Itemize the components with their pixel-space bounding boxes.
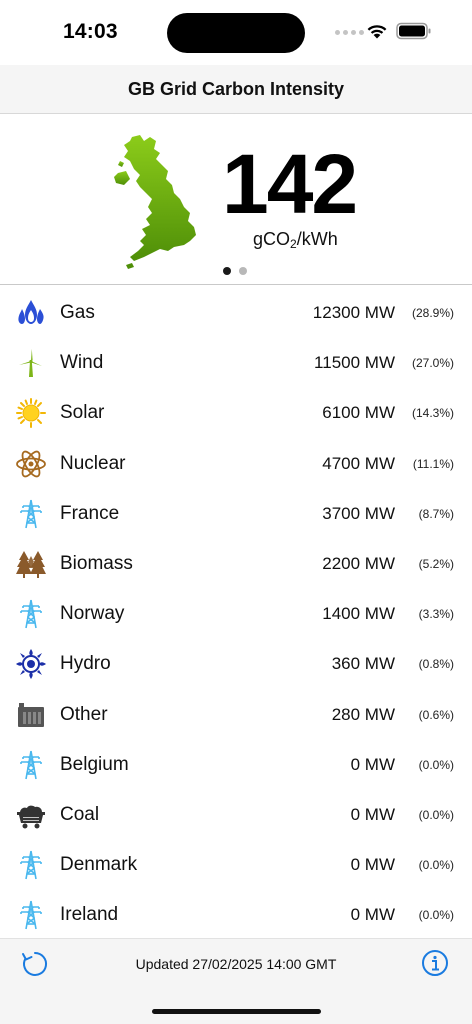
unit-subscript: 2: [290, 237, 297, 251]
fuel-output: 0 MW: [350, 754, 395, 774]
fuel-name: Gas: [60, 302, 95, 324]
trees-icon: [14, 547, 48, 581]
fuel-percentage: (27.0%): [411, 356, 454, 371]
pylon-icon: [14, 848, 48, 882]
fuel-output: 1400 MW: [322, 604, 395, 624]
fuel-row-other[interactable]: Other 280 MW (0.6%): [0, 690, 472, 740]
page-dot-1[interactable]: [223, 267, 231, 275]
fuel-output: 12300 MW: [312, 303, 395, 323]
battery-icon: [396, 22, 431, 40]
fuel-output: 360 MW: [331, 654, 395, 674]
fuel-name: Biomass: [60, 553, 133, 575]
page-dot-2[interactable]: [239, 267, 247, 275]
sun-icon: [14, 396, 48, 430]
fuel-percentage: (28.9%): [411, 306, 454, 321]
cellular-signal-icon: [335, 30, 364, 35]
fuel-name: Solar: [60, 402, 105, 424]
fuel-name: Other: [60, 703, 108, 725]
fuel-row-hydro[interactable]: Hydro 360 MW (0.8%): [0, 639, 472, 689]
fuel-name: Ireland: [60, 904, 119, 926]
fuel-output: 0 MW: [350, 804, 395, 824]
fuel-percentage: (3.3%): [418, 607, 454, 622]
pylon-icon: [14, 497, 48, 531]
fuel-output: 4700 MW: [322, 453, 395, 473]
fuel-row-ireland[interactable]: Ireland 0 MW (0.0%): [0, 890, 472, 940]
fuel-row-coal[interactable]: Coal 0 MW (0.0%): [0, 790, 472, 840]
status-bar: 14:03: [0, 0, 472, 65]
page-title: GB Grid Carbon Intensity: [127, 78, 345, 99]
unit-suffix: /kWh: [296, 229, 338, 249]
fuel-output: 0 MW: [350, 905, 395, 925]
fuel-name: Nuclear: [60, 452, 126, 474]
intensity-summary[interactable]: 142 gCO2/kWh: [0, 114, 472, 285]
fuel-percentage: (0.0%): [418, 908, 454, 923]
fuel-row-solar[interactable]: Solar 6100 MW (14.3%): [0, 388, 472, 438]
last-updated-label: Updated 27/02/2025 14:00 GMT: [135, 956, 337, 972]
fuel-output: 3700 MW: [322, 503, 395, 523]
fuel-name: Hydro: [60, 653, 111, 675]
status-time: 14:03: [63, 20, 118, 43]
coal-cart-icon: [14, 798, 48, 832]
fuel-percentage: (5.2%): [418, 557, 454, 572]
fuel-name: Belgium: [60, 753, 129, 775]
atom-icon: [14, 447, 48, 481]
fuel-percentage: (0.6%): [418, 707, 454, 722]
fuel-name: Wind: [60, 352, 104, 374]
pylon-icon: [14, 597, 48, 631]
pylon-icon: [14, 898, 48, 932]
pylon-icon: [14, 748, 48, 782]
fuel-row-france[interactable]: France 3700 MW (8.7%): [0, 489, 472, 539]
generation-mix-list: Gas 12300 MW (28.9%) Wind 11500 MW (27.0%) Sol…: [0, 288, 472, 940]
unit-prefix: gCO: [253, 229, 291, 249]
fuel-row-nuclear[interactable]: Nuclear 4700 MW (11.1%): [0, 439, 472, 489]
page-indicator[interactable]: [223, 267, 247, 275]
wifi-icon: [367, 25, 387, 39]
fuel-output: 0 MW: [350, 855, 395, 875]
intensity-value: 142: [222, 137, 358, 231]
fuel-row-gas[interactable]: Gas 12300 MW (28.9%): [0, 288, 472, 338]
navigation-bar: GB Grid Carbon Intensity: [0, 65, 472, 114]
intensity-unit: gCO2/kWh: [253, 229, 338, 251]
gas-flame-icon: [14, 296, 48, 330]
dynamic-island: [167, 13, 305, 53]
fuel-percentage: (0.0%): [418, 807, 454, 822]
fuel-output: 6100 MW: [322, 403, 395, 423]
fuel-row-wind[interactable]: Wind 11500 MW (27.0%): [0, 338, 472, 388]
fuel-percentage: (0.0%): [418, 757, 454, 772]
factory-icon: [14, 698, 48, 732]
uk-map-icon: [114, 135, 196, 269]
fuel-row-norway[interactable]: Norway 1400 MW (3.3%): [0, 589, 472, 639]
fuel-name: Norway: [60, 603, 125, 625]
fuel-percentage: (14.3%): [411, 406, 454, 421]
fuel-percentage: (8.7%): [418, 506, 454, 521]
wind-turbine-icon: [14, 346, 48, 380]
fuel-output: 11500 MW: [314, 353, 395, 373]
fuel-output: 280 MW: [331, 704, 395, 724]
fuel-row-denmark[interactable]: Denmark 0 MW (0.0%): [0, 840, 472, 890]
fuel-percentage: (0.0%): [418, 858, 454, 873]
fuel-percentage: (0.8%): [418, 657, 454, 672]
fuel-name: France: [60, 502, 120, 524]
bottom-toolbar: Updated 27/02/2025 14:00 GMT: [0, 938, 472, 1024]
fuel-percentage: (11.1%): [412, 456, 454, 471]
fuel-row-belgium[interactable]: Belgium 0 MW (0.0%): [0, 740, 472, 790]
fuel-row-biomass[interactable]: Biomass 2200 MW (5.2%): [0, 539, 472, 589]
fuel-name: Coal: [60, 803, 100, 825]
hydro-icon: [14, 647, 48, 681]
info-icon[interactable]: [421, 949, 449, 977]
home-indicator: [152, 1009, 321, 1014]
fuel-output: 2200 MW: [322, 554, 395, 574]
fuel-name: Denmark: [60, 854, 138, 876]
